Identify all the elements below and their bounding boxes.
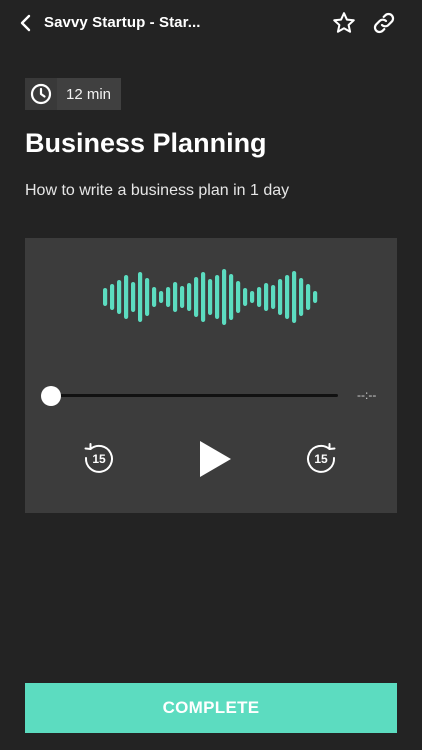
waveform-bar xyxy=(208,279,213,315)
waveform-bar xyxy=(236,281,241,313)
duration-label: 12 min xyxy=(66,86,112,103)
course-title: Savvy Startup - Star... xyxy=(44,14,201,31)
waveform-bar xyxy=(117,280,122,314)
waveform-bar xyxy=(313,291,318,303)
forward-15-button[interactable]: 15 xyxy=(303,440,339,476)
waveform-bar xyxy=(110,284,115,310)
star-outline-icon xyxy=(333,12,355,33)
lesson-screen: Savvy Startup - Star... 12 min Business … xyxy=(0,0,422,750)
waveform-bar xyxy=(229,274,234,320)
waveform-bar xyxy=(250,291,255,303)
waveform-bar xyxy=(152,287,157,307)
audio-player: --:-- 15 15 xyxy=(25,238,397,513)
duration-badge: 12 min xyxy=(25,78,121,110)
lesson-subtitle: How to write a business plan in 1 day xyxy=(25,182,290,199)
clock-icon xyxy=(30,83,52,105)
rewind-15-button[interactable]: 15 xyxy=(81,440,117,476)
lesson-title: Business Planning xyxy=(25,128,267,158)
play-icon xyxy=(200,441,231,477)
progress-knob[interactable] xyxy=(41,386,61,406)
share-link-button[interactable] xyxy=(372,11,396,35)
waveform-bar xyxy=(187,283,192,311)
waveform-bar xyxy=(243,288,248,306)
waveform-bar xyxy=(124,275,129,319)
clock-icon-box xyxy=(25,78,57,110)
forward-icon: 15 xyxy=(307,443,336,473)
waveform-bar xyxy=(173,282,178,312)
rewind-icon: 15 xyxy=(84,443,113,473)
time-readout: --:-- xyxy=(357,388,377,402)
waveform-bar xyxy=(145,278,150,316)
top-bar: Savvy Startup - Star... xyxy=(0,0,422,46)
waveform-bar xyxy=(278,279,283,315)
back-button[interactable] xyxy=(18,13,36,33)
waveform-bar xyxy=(194,277,199,317)
waveform-bar xyxy=(201,272,206,322)
waveform-bar xyxy=(180,286,185,308)
play-button[interactable] xyxy=(195,439,235,479)
waveform-bar xyxy=(166,287,171,307)
waveform-bar xyxy=(271,285,276,309)
waveform-bar xyxy=(159,291,164,303)
forward-seconds: 15 xyxy=(314,452,328,466)
progress-track[interactable] xyxy=(50,394,338,397)
waveform-bar xyxy=(215,275,220,319)
waveform-bar xyxy=(292,271,297,323)
waveform-bar xyxy=(264,283,269,311)
complete-button[interactable]: COMPLETE xyxy=(25,683,397,733)
audio-waveform-icon xyxy=(103,269,318,325)
waveform-bar xyxy=(285,275,290,319)
chevron-left-icon xyxy=(20,14,31,32)
link-icon xyxy=(373,12,395,34)
waveform-bar xyxy=(257,287,262,307)
waveform-bar xyxy=(299,278,304,316)
waveform-bar xyxy=(222,269,227,325)
rewind-seconds: 15 xyxy=(92,452,106,466)
waveform-bar xyxy=(103,288,108,306)
favorite-button[interactable] xyxy=(332,11,356,35)
waveform-bar xyxy=(306,284,311,310)
waveform-bar xyxy=(138,272,143,322)
waveform-bar xyxy=(131,282,136,312)
